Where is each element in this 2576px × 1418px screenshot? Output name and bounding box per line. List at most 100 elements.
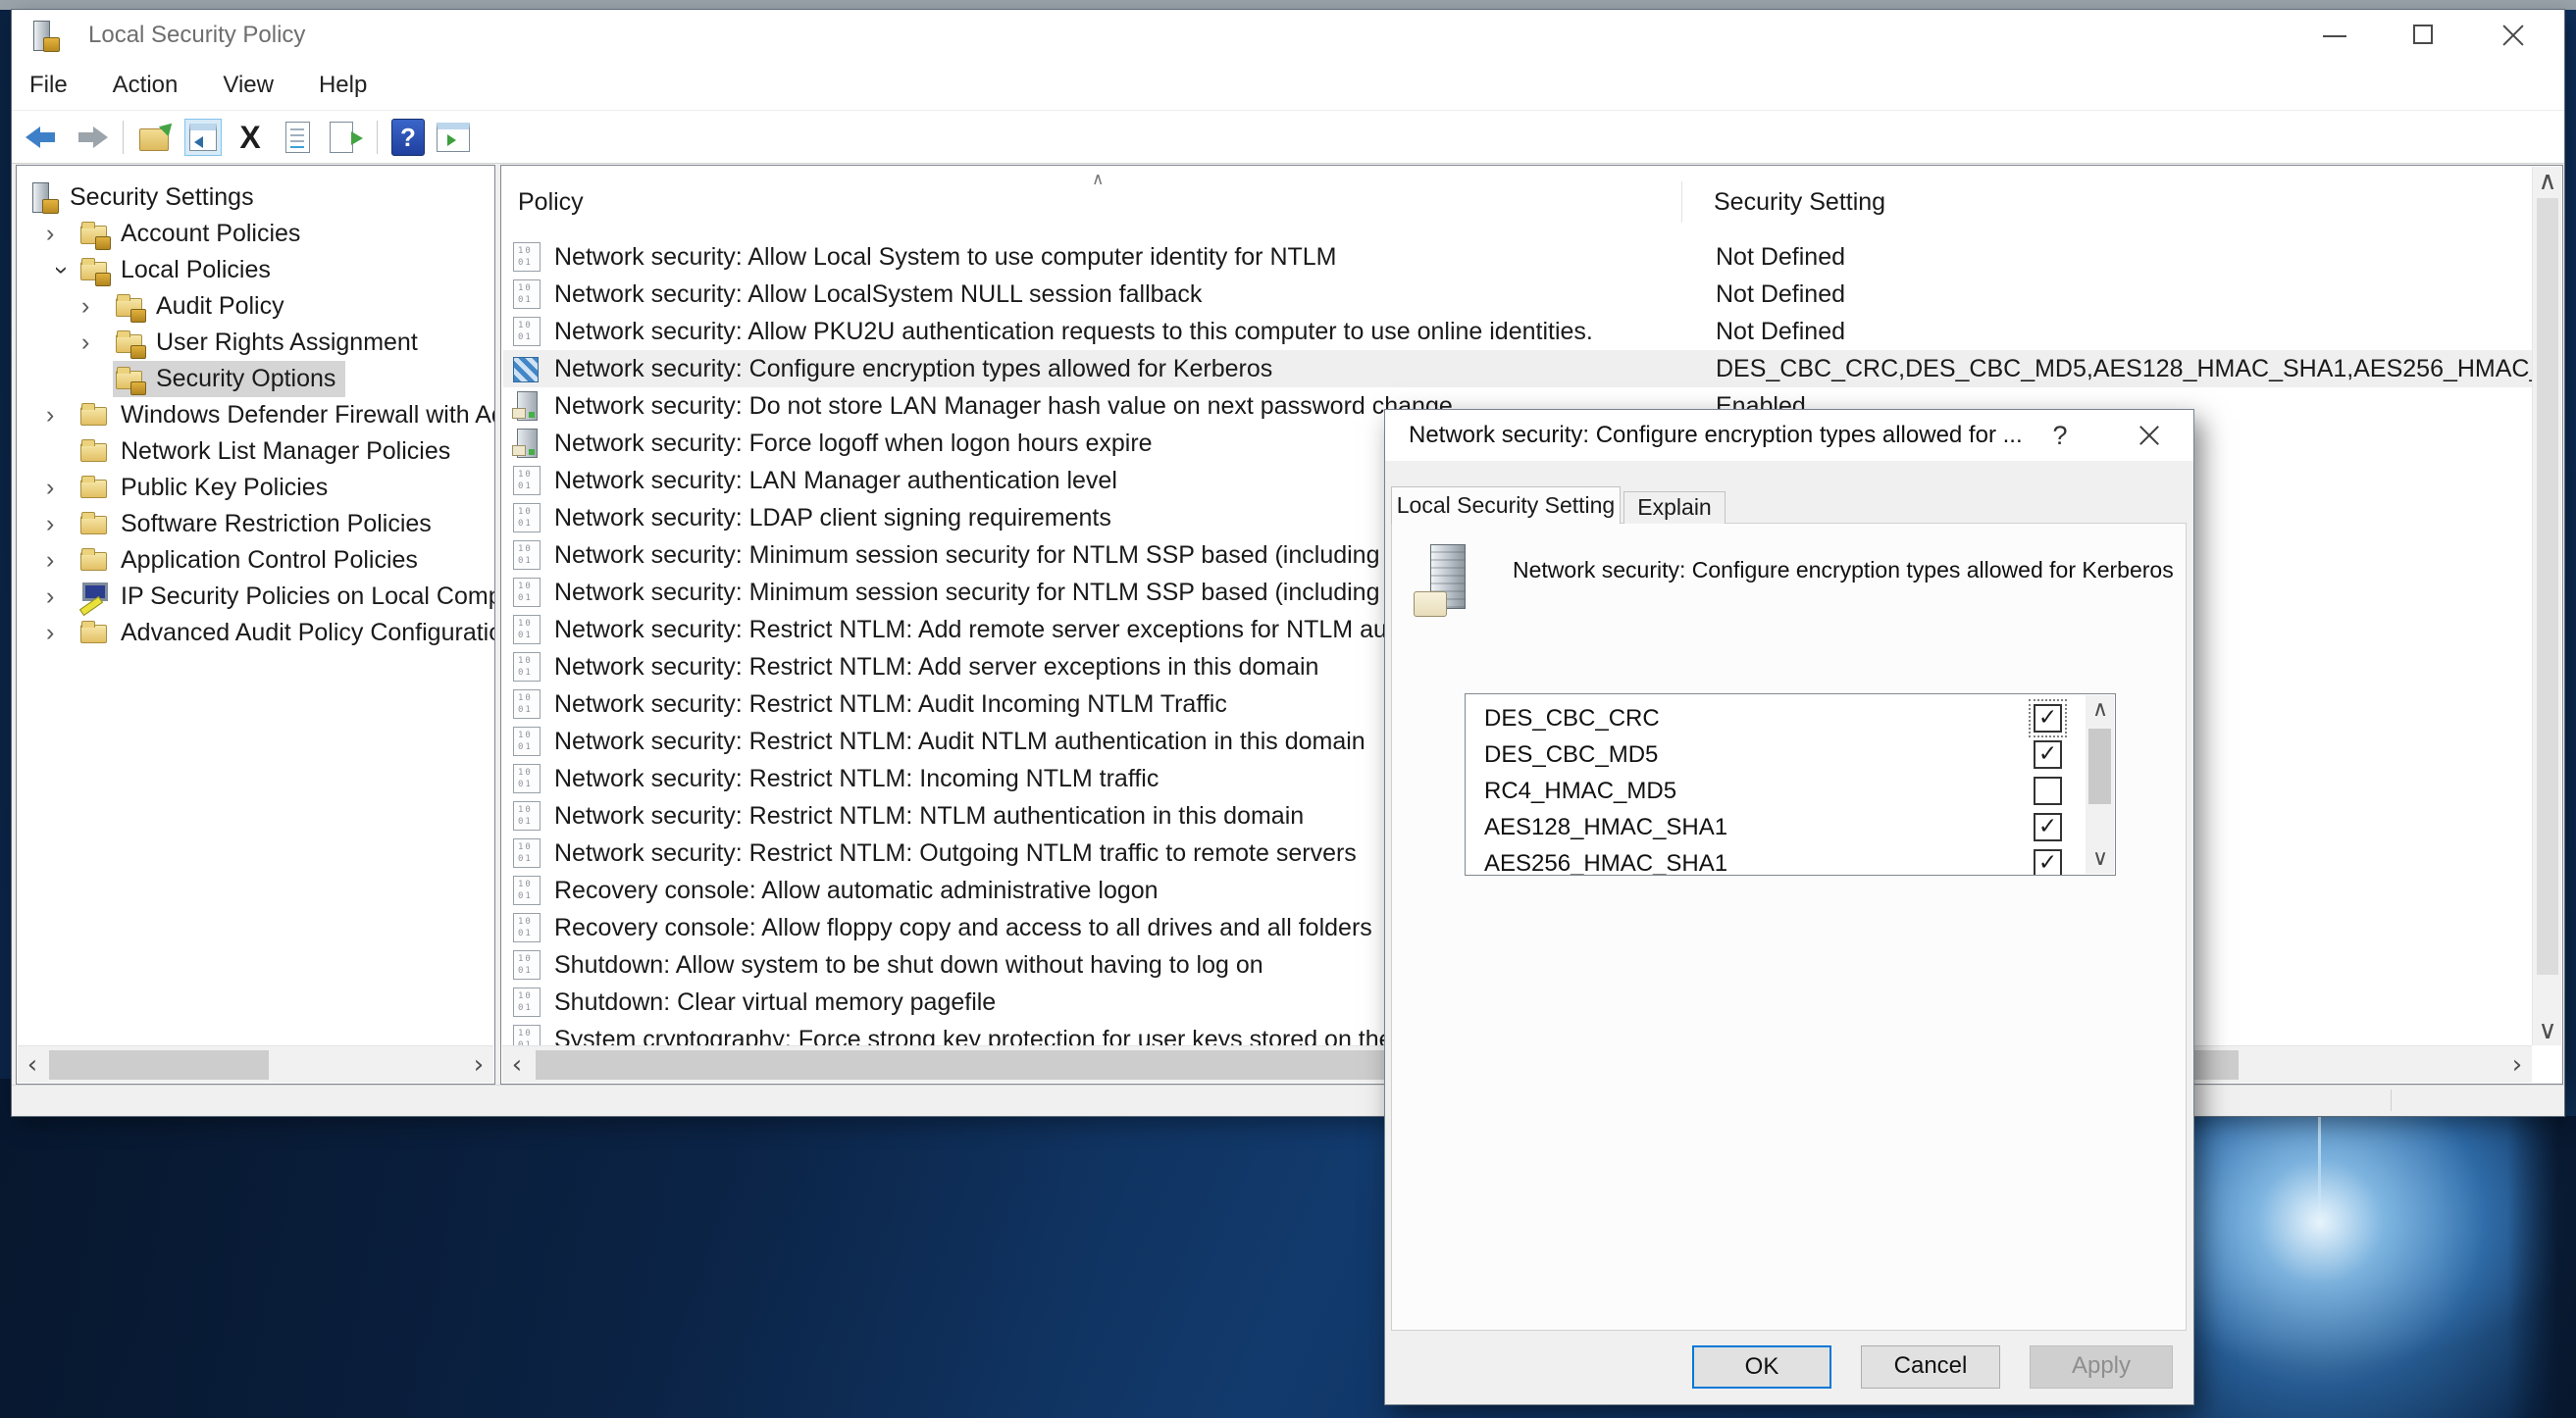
checkbox-checked-icon[interactable]: ✓ bbox=[2034, 704, 2062, 733]
policy-row-network-security-allow-local-system-to-u[interactable]: Network security: Allow Local System to … bbox=[503, 238, 2532, 276]
sidebar-item-account-policies[interactable]: › Account Policies bbox=[17, 216, 494, 252]
console-tree-toggle-icon[interactable] bbox=[184, 119, 222, 156]
policy-name: Network security: Do not store LAN Manag… bbox=[554, 387, 1453, 425]
sidebar-item-user-rights-assignment[interactable]: › User Rights Assignment bbox=[17, 325, 494, 361]
menu-view[interactable]: View bbox=[223, 72, 274, 99]
doc-icon bbox=[513, 988, 541, 1017]
minimize-button[interactable] bbox=[2297, 10, 2374, 61]
chevron-down-icon[interactable]: › bbox=[48, 255, 77, 286]
chevron-right-icon[interactable]: › bbox=[81, 292, 113, 321]
policy-name: Shutdown: Clear virtual memory pagefile bbox=[554, 984, 996, 1021]
menu-file[interactable]: File bbox=[29, 72, 68, 99]
apply-button[interactable]: Apply bbox=[2030, 1345, 2173, 1389]
sidebar-item-application-control-policies[interactable]: ›Application Control Policies bbox=[17, 542, 494, 579]
lock-icon bbox=[95, 236, 111, 250]
policy-setting: Not Defined bbox=[1716, 313, 2532, 350]
dialog-title: Network security: Configure encryption t… bbox=[1409, 410, 2023, 461]
action-pane-toggle-icon[interactable] bbox=[435, 119, 472, 156]
encryption-option-aes128-hmac-sha1[interactable]: AES128_HMAC_SHA1✓ bbox=[1467, 809, 2114, 845]
menu-help[interactable]: Help bbox=[319, 72, 367, 99]
forward-icon[interactable] bbox=[72, 119, 109, 156]
policy-name: Network security: Minimum session securi… bbox=[554, 574, 1438, 611]
policy-setting: DES_CBC_CRC,DES_CBC_MD5,AES128_HMAC_SHA1… bbox=[1716, 350, 2532, 387]
scroll-left-icon[interactable]: ‹ bbox=[502, 1046, 532, 1084]
sidebar-item-security-options[interactable]: Security Options bbox=[17, 361, 494, 397]
sidebar-item-audit-policy[interactable]: ›Audit Policy bbox=[17, 288, 494, 325]
tab-explain[interactable]: Explain bbox=[1623, 491, 1726, 524]
tree-horizontal-scrollbar[interactable]: ‹ › bbox=[18, 1045, 493, 1083]
doc-icon bbox=[513, 242, 541, 272]
encryption-option-aes256-hmac-sha1[interactable]: AES256_HMAC_SHA1✓ bbox=[1467, 845, 2114, 876]
tree-item-label: User Rights Assignment bbox=[156, 329, 418, 357]
chevron-right-icon[interactable]: › bbox=[46, 474, 77, 502]
policy-name: Network security: Configure encryption t… bbox=[554, 350, 1272, 387]
scrollbar-thumb[interactable] bbox=[2537, 198, 2558, 975]
sidebar-item-public-key-policies[interactable]: ›Public Key Policies bbox=[17, 470, 494, 506]
scroll-up-icon[interactable]: ∧ bbox=[2533, 167, 2562, 196]
scrollbar-thumb[interactable] bbox=[49, 1050, 269, 1080]
wallpaper-right-shade bbox=[2507, 1116, 2576, 1418]
tree-item-label: Network List Manager Policies bbox=[121, 437, 450, 466]
policy-row-network-security-configure-encryption-ty[interactable]: Network security: Configure encryption t… bbox=[503, 350, 2532, 387]
chevron-right-icon[interactable]: › bbox=[81, 329, 113, 357]
chevron-right-icon[interactable]: › bbox=[46, 546, 77, 575]
folder-icon bbox=[79, 508, 111, 540]
menu-action[interactable]: Action bbox=[113, 72, 179, 99]
list-vertical-scrollbar[interactable]: ∧ ∨ bbox=[2532, 167, 2561, 1045]
encryption-option-des-cbc-crc[interactable]: DES_CBC_CRC ✓ bbox=[1467, 700, 2114, 736]
doc-icon bbox=[513, 578, 541, 607]
tab-local-security-setting[interactable]: Local Security Setting bbox=[1391, 486, 1621, 524]
ok-button[interactable]: OK bbox=[1692, 1345, 1831, 1389]
checkbox-checked-icon[interactable]: ✓ bbox=[2034, 849, 2062, 876]
dialog-policy-label: Network security: Configure encryption t… bbox=[1513, 557, 2174, 583]
dialog-help-button[interactable]: ? bbox=[2036, 410, 2084, 461]
server-lock-icon bbox=[28, 181, 60, 214]
tree-selection-highlight: Security Options bbox=[113, 361, 345, 397]
sidebar-item-ip-security-policies-on-local-compute[interactable]: ›IP Security Policies on Local Compute bbox=[17, 579, 494, 615]
policy-name: Shutdown: Allow system to be shut down w… bbox=[554, 946, 1263, 984]
scroll-right-icon[interactable]: › bbox=[2502, 1046, 2532, 1084]
dialog-close-button[interactable] bbox=[2123, 410, 2178, 461]
encryption-option-rc4-hmac-md5[interactable]: RC4_HMAC_MD5 bbox=[1467, 773, 2114, 809]
checkbox-unchecked-icon[interactable] bbox=[2034, 777, 2062, 805]
delete-icon[interactable]: X bbox=[232, 119, 269, 156]
sidebar-item-security-settings[interactable]: Security Settings bbox=[17, 179, 494, 216]
chevron-right-icon[interactable]: › bbox=[46, 510, 77, 538]
option-label: DES_CBC_CRC bbox=[1484, 700, 1660, 736]
policy-name: Network security: LAN Manager authentica… bbox=[554, 462, 1117, 499]
checkbox-checked-icon[interactable]: ✓ bbox=[2034, 813, 2062, 841]
sidebar-item-local-policies[interactable]: ›Local Policies bbox=[17, 252, 494, 288]
checkbox-checked-icon[interactable]: ✓ bbox=[2034, 740, 2062, 769]
properties-icon[interactable] bbox=[279, 119, 316, 156]
tree-item-label: Windows Defender Firewall with Adva bbox=[121, 401, 495, 430]
dialog-title-bar[interactable]: Network security: Configure encryption t… bbox=[1385, 410, 2193, 461]
sidebar-item-software-restriction-policies[interactable]: ›Software Restriction Policies bbox=[17, 506, 494, 542]
scroll-left-icon[interactable]: ‹ bbox=[18, 1046, 47, 1084]
chevron-right-icon[interactable]: › bbox=[46, 220, 77, 248]
folder-lock-icon bbox=[79, 218, 111, 250]
tree-item-label: Account Policies bbox=[121, 220, 300, 248]
chevron-right-icon[interactable]: › bbox=[46, 401, 77, 430]
policy-name: Network security: Restrict NTLM: Audit N… bbox=[554, 723, 1365, 760]
policy-row-network-security-allow-pku2u-authenticat[interactable]: Network security: Allow PKU2U authentica… bbox=[503, 313, 2532, 350]
policy-name: Recovery console: Allow automatic admini… bbox=[554, 872, 1159, 909]
back-icon[interactable] bbox=[25, 119, 62, 156]
policy-name: System cryptography: Force strong key pr… bbox=[554, 1021, 1439, 1045]
help-icon[interactable]: ? bbox=[391, 119, 425, 156]
policy-row-network-security-allow-localsystem-null-[interactable]: Network security: Allow LocalSystem NULL… bbox=[503, 276, 2532, 313]
sidebar-item-advanced-audit-policy-configuration[interactable]: ›Advanced Audit Policy Configuration bbox=[17, 615, 494, 651]
title-bar[interactable]: Local Security Policy bbox=[12, 10, 2564, 61]
encryption-option-des-cbc-md5[interactable]: DES_CBC_MD5✓ bbox=[1467, 736, 2114, 773]
maximize-button[interactable] bbox=[2386, 10, 2462, 61]
sidebar-item-network-list-manager-policies[interactable]: Network List Manager Policies bbox=[17, 433, 494, 470]
chevron-right-icon[interactable]: › bbox=[46, 582, 77, 611]
export-list-icon[interactable] bbox=[326, 119, 363, 156]
scroll-down-icon[interactable]: ∨ bbox=[2533, 1016, 2562, 1045]
scroll-right-icon[interactable]: › bbox=[464, 1046, 493, 1084]
chevron-right-icon[interactable]: › bbox=[46, 619, 77, 647]
export-policy-icon[interactable] bbox=[137, 119, 175, 156]
sidebar-item-windows-defender-firewall-with-adva[interactable]: › Windows Defender Firewall with Adva bbox=[17, 397, 494, 433]
cancel-button[interactable]: Cancel bbox=[1861, 1345, 2000, 1389]
close-button[interactable] bbox=[2474, 10, 2550, 61]
lock-icon bbox=[130, 345, 146, 359]
